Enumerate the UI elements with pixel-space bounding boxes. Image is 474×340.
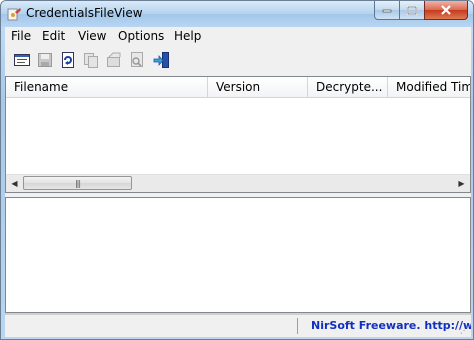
column-header-decrypted[interactable]: Decrypte...	[308, 77, 388, 97]
menu-bar: File Edit View Options Help	[5, 27, 471, 46]
menu-file[interactable]: File	[11, 29, 31, 43]
html-report-button[interactable]	[105, 51, 123, 69]
save-icon	[38, 53, 52, 67]
window-title: CredentialsFileView	[26, 6, 143, 20]
toolbar	[5, 46, 471, 73]
minimize-button[interactable]	[374, 1, 400, 20]
horizontal-scrollbar[interactable]: ◀ ||| ▶	[6, 174, 470, 192]
column-header-modified-time[interactable]: Modified Time	[388, 77, 470, 97]
application-window: CredentialsFileView File Edit View Optio…	[0, 0, 474, 340]
scroll-left-icon: ◀	[11, 179, 18, 188]
title-bar[interactable]: CredentialsFileView	[1, 1, 473, 27]
nirsoft-link[interactable]: NirSoft Freeware. http://www.nirsoft.net	[311, 319, 471, 332]
scroll-right-button[interactable]: ▶	[453, 175, 470, 192]
details-pane[interactable]	[5, 197, 471, 313]
maximize-icon	[407, 5, 417, 15]
scroll-right-icon: ▶	[458, 179, 465, 188]
find-icon	[131, 52, 143, 67]
menu-view[interactable]: View	[78, 29, 106, 43]
status-panel	[7, 318, 298, 334]
scrollbar-thumb[interactable]: |||	[23, 176, 132, 190]
properties-button[interactable]	[13, 51, 31, 69]
menu-options[interactable]: Options	[118, 29, 164, 43]
copy-icon	[84, 53, 98, 68]
grip-icon: |||	[74, 178, 81, 188]
find-button[interactable]	[128, 51, 146, 69]
resize-grip-icon[interactable]: ⋰	[460, 326, 470, 336]
scroll-left-button[interactable]: ◀	[6, 175, 23, 192]
exit-button[interactable]	[153, 51, 171, 69]
close-icon	[441, 5, 451, 15]
list-header: Filename Version Decrypte... Modified Ti…	[6, 77, 470, 98]
menu-help[interactable]: Help	[174, 29, 201, 43]
refresh-icon	[62, 52, 74, 68]
credentials-list[interactable]: Filename Version Decrypte... Modified Ti…	[5, 76, 471, 193]
close-button[interactable]	[424, 1, 468, 20]
column-header-filename[interactable]: Filename	[6, 77, 208, 97]
exit-icon	[153, 52, 169, 68]
menu-edit[interactable]: Edit	[42, 29, 65, 43]
main-content: Filename Version Decrypte... Modified Ti…	[5, 73, 471, 313]
refresh-button[interactable]	[59, 51, 77, 69]
html-report-icon	[107, 52, 121, 67]
app-icon	[7, 8, 21, 21]
save-button[interactable]	[36, 51, 54, 69]
column-header-version[interactable]: Version	[208, 77, 308, 97]
properties-icon	[14, 54, 30, 66]
status-bar: NirSoft Freeware. http://www.nirsoft.net…	[5, 314, 471, 337]
minimize-icon	[382, 9, 392, 13]
copy-button[interactable]	[82, 51, 100, 69]
maximize-button[interactable]	[399, 1, 425, 20]
